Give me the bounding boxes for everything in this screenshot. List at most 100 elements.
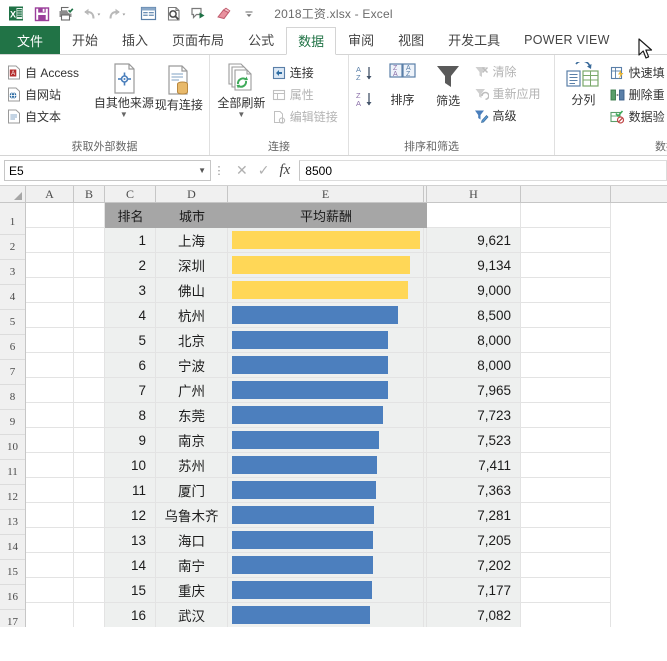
text-to-columns-button[interactable]: 分列 (561, 60, 606, 107)
table-row[interactable]: 15重庆 7,177 (26, 578, 667, 603)
grid-cell[interactable] (427, 203, 521, 228)
grid-cell[interactable] (521, 553, 611, 578)
cell-rank[interactable]: 3 (105, 278, 156, 303)
cell-city[interactable]: 南京 (156, 428, 228, 453)
table-row[interactable]: 11厦门7,363 (26, 478, 667, 503)
table-header-row[interactable]: 排名城市平均薪酬 (26, 203, 667, 228)
from-access-button[interactable]: A 自 Access (5, 62, 94, 83)
tab-file[interactable]: 文件 (0, 26, 60, 54)
cell-salary-value[interactable]: 7,177 (427, 578, 521, 603)
cell-rank[interactable]: 13 (105, 528, 156, 553)
insert-function-icon[interactable]: fx (279, 162, 290, 179)
existing-connections-button[interactable]: 现有连接 (154, 60, 204, 112)
grid-cell[interactable] (521, 278, 611, 303)
grid-cell[interactable] (521, 503, 611, 528)
cancel-formula-icon[interactable]: ✕ (236, 162, 248, 179)
grid-cell[interactable] (26, 553, 74, 578)
row-header[interactable]: 11 (0, 460, 25, 485)
column-header-d[interactable]: D (156, 186, 228, 202)
grid-cell[interactable] (74, 253, 105, 278)
grid-cell[interactable] (74, 428, 105, 453)
cell-rank[interactable]: 7 (105, 378, 156, 403)
cell-salary-databar[interactable] (228, 503, 424, 528)
cell-salary-databar[interactable] (228, 528, 424, 553)
grid-cell[interactable] (26, 503, 74, 528)
grid-cell[interactable] (74, 478, 105, 503)
tab-insert[interactable]: 插入 (110, 26, 160, 54)
row-header[interactable]: 9 (0, 410, 25, 435)
formula-bar-grip[interactable]: ⋮ (211, 164, 227, 177)
grid-cell[interactable] (521, 353, 611, 378)
cell-city[interactable]: 乌鲁木齐 (156, 503, 228, 528)
cell-salary-value[interactable]: 7,202 (427, 553, 521, 578)
cell-rank[interactable]: 16 (105, 603, 156, 627)
grid-cell[interactable] (26, 528, 74, 553)
cell-rank[interactable]: 8 (105, 403, 156, 428)
grid-cell[interactable] (74, 403, 105, 428)
eraser-icon[interactable] (211, 2, 236, 26)
cell-salary-value[interactable]: 7,965 (427, 378, 521, 403)
filter-button[interactable]: 筛选 (427, 60, 470, 108)
cell-salary-databar[interactable] (228, 353, 424, 378)
row-header[interactable]: 16 (0, 585, 25, 610)
grid-cell[interactable] (521, 328, 611, 353)
table-row[interactable]: 16武汉7,082 (26, 603, 667, 627)
cell-city[interactable]: 重庆 (156, 578, 228, 603)
cell-rank[interactable]: 11 (105, 478, 156, 503)
tab-page-layout[interactable]: 页面布局 (160, 26, 236, 54)
cell-rank[interactable]: 1 (105, 228, 156, 253)
column-header-h[interactable]: H (427, 186, 521, 202)
column-header-rank[interactable]: 排名 (105, 203, 156, 228)
connections-button[interactable]: 连接 (270, 62, 343, 83)
grid-cell[interactable] (521, 603, 611, 627)
cell-salary-value[interactable]: 8,000 (427, 353, 521, 378)
row-header[interactable]: 2 (0, 235, 25, 260)
cell-rank[interactable]: 5 (105, 328, 156, 353)
grid-cell[interactable] (74, 503, 105, 528)
cell-city[interactable]: 深圳 (156, 253, 228, 278)
sort-button[interactable]: Z A A Z 排序 (380, 60, 425, 107)
cell-city[interactable]: 苏州 (156, 453, 228, 478)
cell-salary-databar[interactable] (228, 278, 424, 303)
enter-formula-icon[interactable]: ✓ (258, 162, 270, 179)
row-header[interactable]: 3 (0, 260, 25, 285)
tab-power-view[interactable]: POWER VIEW (512, 26, 622, 54)
cell-salary-databar[interactable] (228, 253, 424, 278)
table-row[interactable]: 7广州7,965 (26, 378, 667, 403)
cell-city[interactable]: 东莞 (156, 403, 228, 428)
grid-cell[interactable] (74, 228, 105, 253)
cell-salary-value[interactable]: 7,411 (427, 453, 521, 478)
grid-cell[interactable] (521, 453, 611, 478)
cell-salary-databar[interactable] (228, 428, 424, 453)
cell-salary-databar[interactable] (228, 453, 424, 478)
formula-input[interactable]: 8500 (299, 160, 667, 181)
grid-cell[interactable] (521, 578, 611, 603)
from-text-button[interactable]: 自文本 (5, 106, 94, 127)
grid-cell[interactable] (521, 403, 611, 428)
tab-home[interactable]: 开始 (60, 26, 110, 54)
cell-salary-value[interactable]: 8,000 (427, 328, 521, 353)
table-row[interactable]: 8东莞7,723 (26, 403, 667, 428)
grid-cell[interactable] (521, 228, 611, 253)
grid-cell[interactable] (74, 528, 105, 553)
quick-print-icon[interactable] (54, 2, 79, 26)
column-header-a[interactable]: A (26, 186, 74, 202)
row-header[interactable]: 14 (0, 535, 25, 560)
grid-cell[interactable] (26, 328, 74, 353)
from-other-sources-button[interactable]: 自其他来源 ▼ (96, 60, 152, 118)
refresh-all-button[interactable]: 全部刷新 ▼ (215, 60, 268, 118)
grid-cell[interactable] (26, 303, 74, 328)
table-row[interactable]: 6宁波8,000 (26, 353, 667, 378)
cell-salary-value[interactable]: 7,205 (427, 528, 521, 553)
grid-cell[interactable] (521, 303, 611, 328)
grid-cell[interactable] (26, 278, 74, 303)
cell-salary-value[interactable]: 9,000 (427, 278, 521, 303)
cell-salary-value[interactable]: 7,523 (427, 428, 521, 453)
chevron-down-icon[interactable]: ▼ (198, 166, 206, 175)
form-icon[interactable] (136, 2, 161, 26)
column-header-b[interactable]: B (74, 186, 105, 202)
from-web-button[interactable]: 自网站 (5, 84, 94, 105)
cell-rank[interactable]: 15 (105, 578, 156, 603)
row-header[interactable]: 1 (0, 210, 25, 235)
name-box[interactable]: E5 ▼ (4, 160, 211, 181)
